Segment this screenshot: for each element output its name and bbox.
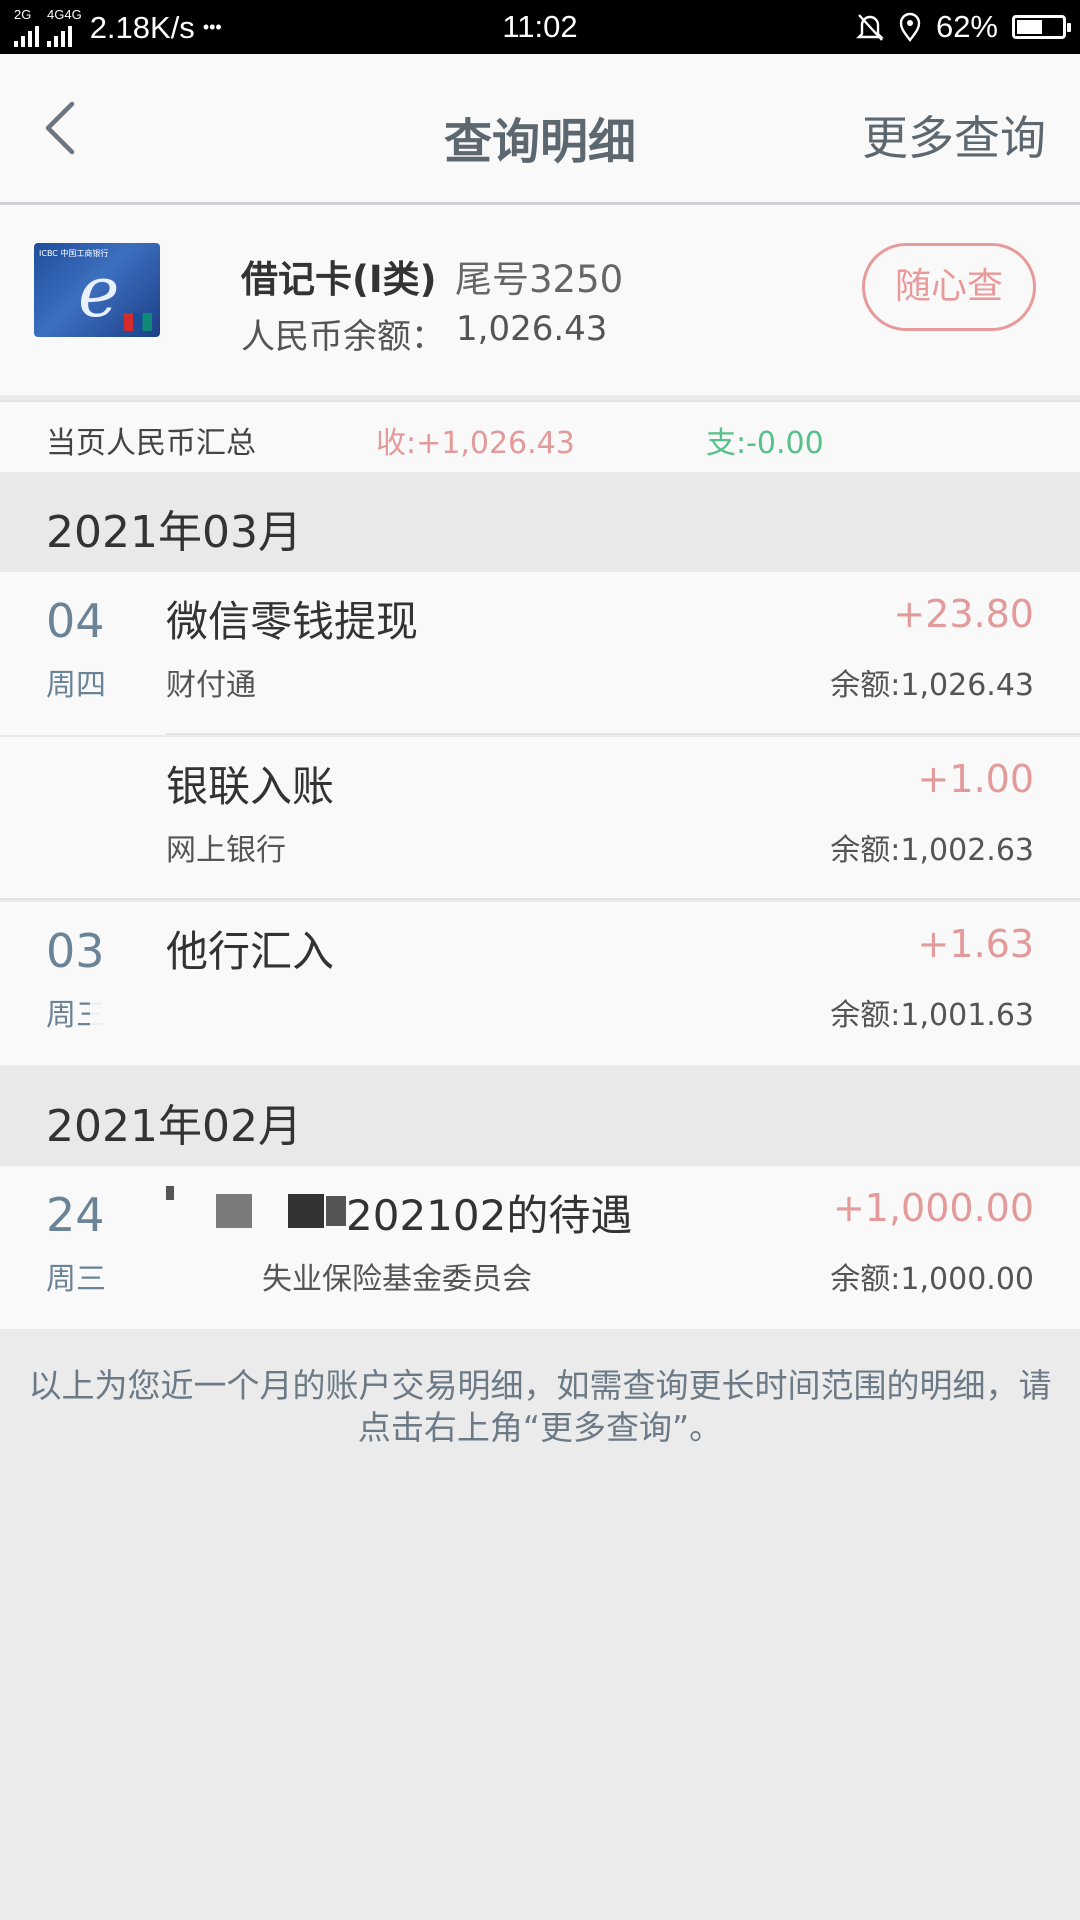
location-icon xyxy=(899,12,921,42)
row-divider xyxy=(166,733,1080,735)
transaction-title: 微信零钱提现 xyxy=(166,597,419,646)
transaction-source: 财付通 xyxy=(166,668,256,703)
weekday: 周三 xyxy=(46,1262,106,1297)
weekday: 周四 xyxy=(46,668,106,703)
bell-muted-icon xyxy=(856,14,884,41)
card-type: 借记卡(I类) xyxy=(241,258,437,301)
redaction-block xyxy=(166,1186,174,1200)
transaction-row[interactable]: 03 周三 他行汇入 +1.63 余额:1,001.63 xyxy=(0,902,1080,1065)
transaction-balance: 余额:1,001.63 xyxy=(830,998,1034,1033)
card-e-mark: e xyxy=(78,251,120,333)
transaction-amount: +1,000.00 xyxy=(832,1186,1034,1230)
card-tail-number: 尾号3250 xyxy=(455,258,624,301)
day-number: 04 xyxy=(46,594,105,648)
nav-bar: 查询明细 更多查询 xyxy=(0,54,1080,205)
status-bar: 2G 4G4G 2.18K/s ••• 11:02 62% xyxy=(0,0,1080,54)
transaction-title: 他行汇入 xyxy=(166,927,335,976)
battery-icon xyxy=(1012,15,1071,39)
day-number: 24 xyxy=(46,1188,105,1242)
more-query-button[interactable]: 更多查询 xyxy=(862,102,1046,168)
redaction-overlay xyxy=(140,1242,262,1328)
status-right: 62% xyxy=(856,9,1071,45)
month-header: 2021年02月 xyxy=(0,1066,1080,1166)
transaction-row[interactable]: 24 周三 202102的待遇 失业保险基金委员会 +1,000.00 余额:1… xyxy=(0,1166,1080,1329)
battery-percent: 62% xyxy=(935,9,998,44)
unionpay-logo-icon xyxy=(124,313,152,331)
balance-label: 人民币余额： xyxy=(241,317,445,357)
redaction-block xyxy=(216,1194,252,1228)
summary-income: 收:+1,026.43 xyxy=(376,426,575,461)
transaction-row[interactable]: 银联入账 网上银行 +1.00 余额:1,002.63 xyxy=(0,737,1080,900)
transaction-source: 失业保险基金委员会 xyxy=(262,1262,532,1297)
redaction-block xyxy=(288,1194,324,1228)
balance-value: 1,026.43 xyxy=(456,309,608,349)
account-card: ICBC 中国工商银行 e 借记卡(I类) 尾号3250 人民币余额： 1,02… xyxy=(0,205,1080,395)
day-number: 03 xyxy=(46,924,105,978)
month-label: 2021年03月 xyxy=(46,507,302,558)
transaction-amount: +23.80 xyxy=(893,592,1034,636)
transaction-balance: 余额:1,000.00 xyxy=(830,1262,1034,1297)
transaction-amount: +1.00 xyxy=(917,757,1034,801)
transaction-title: 银联入账 xyxy=(166,762,335,811)
bank-card-image: ICBC 中国工商银行 e xyxy=(34,243,160,337)
month-label: 2021年02月 xyxy=(46,1101,302,1152)
redaction-overlay xyxy=(90,982,330,1054)
page-summary: 当页人民币汇总 收:+1,026.43 支:-0.00 xyxy=(0,400,1080,472)
summary-label: 当页人民币汇总 xyxy=(46,426,256,461)
transaction-row[interactable]: 04 周四 微信零钱提现 财付通 +23.80 余额:1,026.43 xyxy=(0,572,1080,735)
footer-note: 以上为您近一个月的账户交易明细，如需查询更长时间范围的明细，请点击右上角“更多查… xyxy=(28,1366,1052,1447)
transaction-source: 网上银行 xyxy=(166,833,286,868)
transaction-balance: 余额:1,002.63 xyxy=(830,833,1034,868)
transaction-title: 202102的待遇 xyxy=(346,1191,633,1240)
quick-query-button[interactable]: 随心查 xyxy=(862,243,1036,331)
redaction-block xyxy=(326,1196,346,1226)
transaction-amount: +1.63 xyxy=(917,922,1034,966)
summary-expense: 支:-0.00 xyxy=(706,426,824,461)
month-header: 2021年03月 xyxy=(0,472,1080,572)
row-divider xyxy=(0,898,1080,900)
transaction-balance: 余额:1,026.43 xyxy=(830,668,1034,703)
